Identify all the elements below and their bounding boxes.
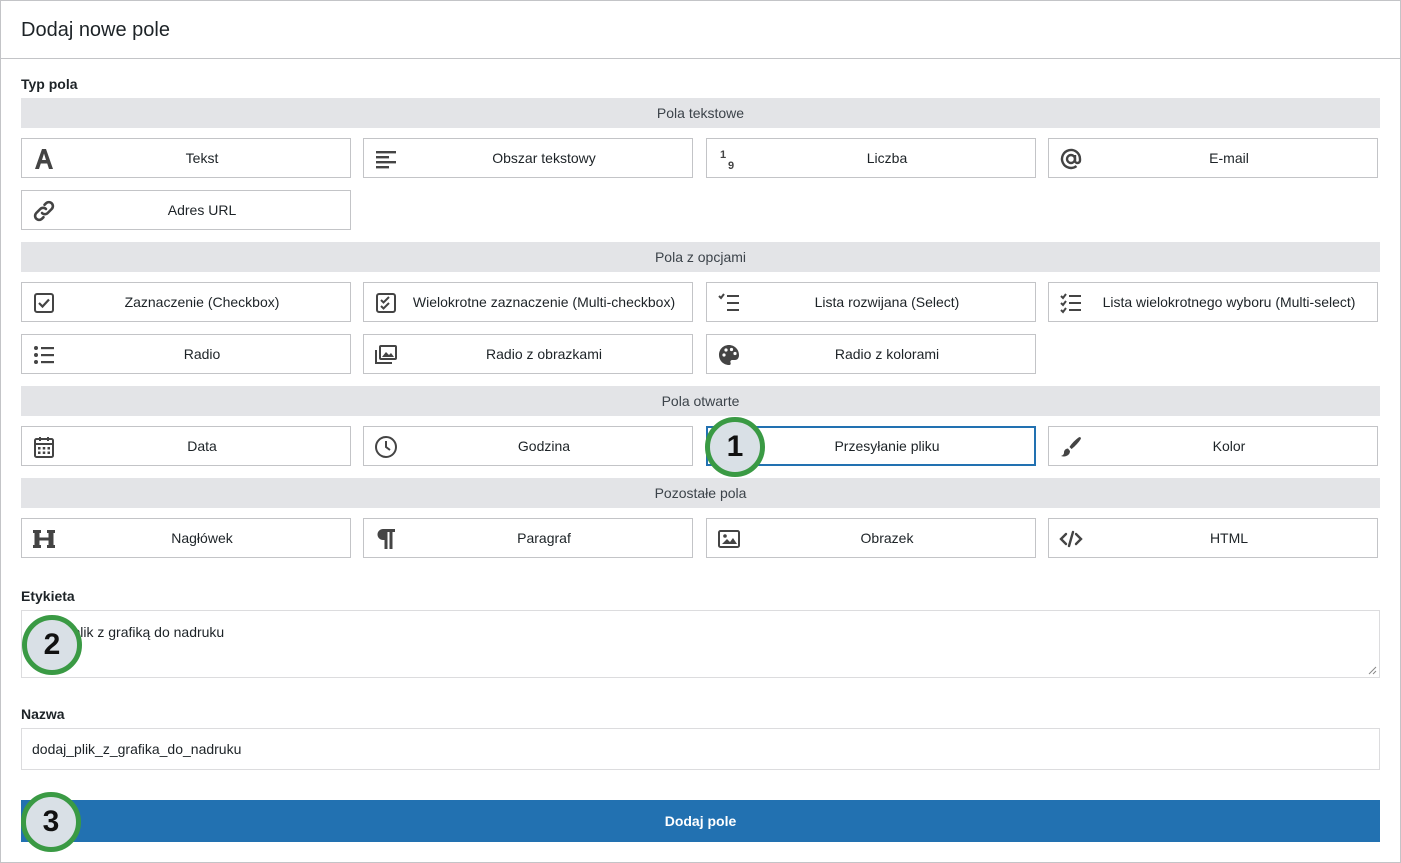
field-type-multi-checkbox-label: Wielokrotne zaznaczenie (Multi-checkbox) [412, 294, 676, 310]
field-type-radio[interactable]: Radio [21, 334, 351, 374]
field-type-multi-checkbox[interactable]: Wielokrotne zaznaczenie (Multi-checkbox) [363, 282, 693, 322]
field-type-textarea-label: Obszar tekstowy [492, 150, 596, 166]
image-icon [718, 530, 740, 548]
field-type-radio-images[interactable]: Radio z obrazkami [363, 334, 693, 374]
callout-badge-2: 2 [22, 615, 82, 675]
link-icon [33, 200, 55, 222]
field-type-paragraph[interactable]: Paragraf [363, 518, 693, 558]
field-type-heading[interactable]: Nagłówek [21, 518, 351, 558]
field-type-color-label: Kolor [1212, 438, 1246, 454]
field-type-paragraph-label: Paragraf [517, 530, 571, 546]
brush-icon [1061, 437, 1081, 457]
name-input[interactable]: dodaj_plik_z_grafika_do_nadruku [21, 728, 1380, 770]
panel-header: Dodaj nowe pole [1, 1, 1400, 59]
checkbox-icon [34, 293, 54, 313]
callout-badge-3: 3 [21, 792, 81, 852]
field-type-select[interactable]: Lista rozwijana (Select) [706, 282, 1036, 322]
number-icon: 19 [720, 149, 734, 171]
field-type-email[interactable]: E-mail [1048, 138, 1378, 178]
clock-icon [375, 436, 397, 458]
group-option-fields: Pola z opcjami [21, 242, 1380, 272]
field-type-multi-select[interactable]: Lista wielokrotnego wyboru (Multi-select… [1048, 282, 1378, 322]
field-type-number-label: Liczba [866, 150, 908, 166]
field-type-time[interactable]: Godzina [363, 426, 693, 466]
code-icon [1059, 530, 1083, 548]
field-type-text[interactable]: Tekst [21, 138, 351, 178]
field-type-date[interactable]: Data [21, 426, 351, 466]
field-type-heading-label: Nagłówek [171, 530, 233, 546]
field-type-url[interactable]: Adres URL [21, 190, 351, 230]
bullet-list-icon [34, 346, 54, 364]
multi-check-list-icon [1060, 293, 1081, 314]
field-type-radio-images-label: Radio z obrazkami [486, 346, 602, 362]
add-field-button[interactable]: Dodaj pole [21, 800, 1380, 842]
field-type-checkbox[interactable]: Zaznaczenie (Checkbox) [21, 282, 351, 322]
field-type-radio-colors-label: Radio z kolorami [834, 346, 940, 362]
field-type-select-label: Lista rozwijana (Select) [814, 294, 960, 310]
field-type-html[interactable]: HTML [1048, 518, 1378, 558]
field-type-email-label: E-mail [1209, 150, 1249, 166]
field-type-html-label: HTML [1209, 530, 1249, 546]
group-text-fields: Pola tekstowe [21, 98, 1380, 128]
name-input-value: dodaj_plik_z_grafika_do_nadruku [32, 741, 242, 757]
multi-checkbox-icon [376, 293, 396, 313]
heading-icon [33, 530, 55, 548]
label-textarea[interactable]: Dodaj plik z grafiką do nadruku [21, 610, 1380, 678]
svg-text:1: 1 [720, 149, 726, 161]
at-sign-icon [1060, 148, 1082, 170]
field-type-multi-select-label: Lista wielokrotnego wyboru (Multi-select… [1102, 294, 1356, 310]
field-type-label: Typ pola [21, 76, 78, 92]
field-type-number[interactable]: 19 Liczba [706, 138, 1036, 178]
field-type-time-label: Godzina [517, 438, 571, 454]
field-type-image-label: Obrazek [860, 530, 914, 546]
field-type-color[interactable]: Kolor [1048, 426, 1378, 466]
group-open-fields: Pola otwarte [21, 386, 1380, 416]
images-icon [375, 345, 397, 364]
add-field-panel: Dodaj nowe pole Typ pola Pola tekstowe T… [0, 0, 1401, 863]
field-type-image[interactable]: Obrazek [706, 518, 1036, 558]
resize-handle-icon[interactable] [1367, 665, 1377, 675]
check-list-icon [718, 293, 739, 311]
calendar-icon [34, 437, 54, 458]
svg-text:9: 9 [728, 160, 734, 171]
field-type-text-label: Tekst [185, 150, 219, 166]
field-type-url-label: Adres URL [167, 202, 237, 218]
field-type-date-label: Data [187, 438, 217, 454]
field-type-radio-label: Radio [183, 346, 221, 362]
field-type-checkbox-label: Zaznaczenie (Checkbox) [124, 294, 280, 310]
paragraph-icon [377, 529, 395, 549]
label-field-label: Etykieta [21, 588, 75, 604]
letter-a-icon [35, 149, 53, 169]
name-field-label: Nazwa [21, 706, 65, 722]
align-left-icon [376, 151, 396, 169]
field-type-textarea[interactable]: Obszar tekstowy [363, 138, 693, 178]
group-other-fields: Pozostałe pola [21, 478, 1380, 508]
callout-badge-1: 1 [705, 417, 765, 477]
field-type-radio-colors[interactable]: Radio z kolorami [706, 334, 1036, 374]
page-title: Dodaj nowe pole [21, 19, 170, 41]
palette-icon [719, 345, 739, 365]
field-type-file-upload-label: Przesyłanie pliku [834, 438, 940, 454]
